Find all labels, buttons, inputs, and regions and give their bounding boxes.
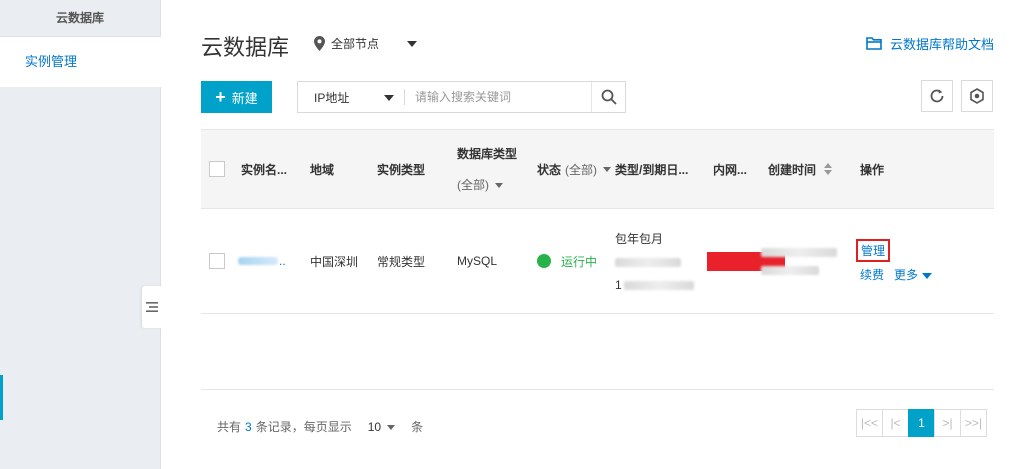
status-cell: 运行中 <box>537 209 597 313</box>
chevron-down-icon <box>384 95 394 101</box>
renew-link[interactable]: 续费 <box>860 266 884 283</box>
chevron-down-icon <box>387 424 396 430</box>
chevron-down-icon <box>922 272 933 279</box>
manage-link[interactable]: 管理 <box>856 239 891 262</box>
page-size-value: 10 <box>367 419 382 434</box>
col-name: 实例名... <box>241 162 288 177</box>
col-created[interactable]: 创建时间 <box>768 130 833 208</box>
search-filter-dropdown[interactable]: IP地址 <box>298 82 404 112</box>
region-selector[interactable]: 全部节点 <box>314 35 418 52</box>
secondary-actions: 续费 更多 <box>856 266 933 283</box>
refresh-icon <box>930 89 944 103</box>
sort-icon <box>824 163 833 175</box>
blurred-instance-name <box>238 257 278 265</box>
region-cell: 中国深圳 <box>310 254 359 269</box>
instance-name-cell[interactable]: .. <box>238 209 286 313</box>
new-button-label: 新建 <box>231 90 258 106</box>
col-intranet: 内网... <box>713 162 748 177</box>
db-type-cell: MySQL <box>457 254 498 268</box>
refresh-button[interactable] <box>921 80 953 112</box>
next-page-icon: >| <box>942 416 953 430</box>
col-actions: 操作 <box>860 162 885 177</box>
blurred-expiry-date <box>615 258 681 267</box>
pagination-suffix: 条记录，每页显示 <box>255 420 352 434</box>
blurred-expiry-time: 1 <box>615 278 694 292</box>
pagination-divider <box>201 389 994 390</box>
col-db-type-label: 数据库类型 <box>457 147 518 161</box>
last-page-button[interactable]: >>| <box>960 409 987 437</box>
billing-type: 包年包月 <box>615 232 664 246</box>
first-page-button[interactable]: |<< <box>856 409 883 437</box>
blurred-expiry-rest <box>623 280 694 290</box>
instance-name-suffix: .. <box>279 254 286 268</box>
sidebar-header: 云数据库 <box>0 0 160 37</box>
col-created-label: 创建时间 <box>768 162 817 177</box>
location-pin-icon <box>314 36 325 51</box>
search-input[interactable] <box>405 82 591 112</box>
last-page-icon: >>| <box>964 416 983 430</box>
status-filter-label: (全部) <box>565 162 598 177</box>
page-size-select[interactable]: 10 <box>367 419 396 434</box>
search-group: IP地址 <box>297 81 626 113</box>
chevron-down-icon <box>407 40 418 47</box>
created-cell <box>761 209 837 313</box>
db-type-filter-label: (全部) <box>457 178 489 192</box>
chevron-down-icon <box>603 166 612 172</box>
menu-icon <box>146 302 158 312</box>
table-row: .. 中国深圳 常规类型 MySQL 运行中 包年包月 1 管理 续费 更多 <box>201 209 994 314</box>
sidebar-collapse-toggle[interactable] <box>142 286 162 328</box>
more-menu[interactable]: 更多 <box>894 266 933 283</box>
next-page-button[interactable]: >| <box>934 409 961 437</box>
col-db-type: 数据库类型 (全部) <box>457 130 517 208</box>
status-running-icon <box>537 254 551 268</box>
status-text: 运行中 <box>561 254 598 269</box>
search-filter-label: IP地址 <box>314 90 350 105</box>
page-title: 云数据库 <box>201 35 290 60</box>
billing-cell: 包年包月 1 <box>615 209 694 313</box>
col-billing: 类型/到期日... <box>615 162 689 177</box>
prev-page-button[interactable]: |< <box>882 409 909 437</box>
col-instance-type: 实例类型 <box>377 162 426 177</box>
col-region: 地域 <box>310 162 335 177</box>
page-size-unit: 条 <box>411 420 424 434</box>
more-label: 更多 <box>894 268 919 282</box>
prev-page-icon: |< <box>890 416 901 430</box>
folder-icon <box>866 37 882 50</box>
instance-table: 实例名... 地域 实例类型 数据库类型 (全部) 状态 (全部) 类型/到期日… <box>201 129 994 314</box>
db-type-filter[interactable]: (全部) <box>457 176 503 193</box>
new-instance-button[interactable]: + 新建 <box>201 81 272 113</box>
sidebar: 云数据库 实例管理 <box>0 0 161 469</box>
pagination-controls: |<< |< 1 >| >>| <box>856 409 987 437</box>
page-number-button[interactable]: 1 <box>908 409 935 437</box>
record-count: 3 <box>245 419 252 434</box>
expiry-prefix: 1 <box>615 278 622 292</box>
pagination-prefix: 共有 <box>217 420 242 434</box>
sidebar-accent-bar <box>0 375 3 420</box>
col-status[interactable]: 状态 (全部) <box>537 130 612 208</box>
row-checkbox-cell <box>209 209 225 313</box>
select-all-checkbox[interactable] <box>209 161 225 177</box>
search-icon <box>601 89 617 105</box>
select-all-cell <box>209 130 225 208</box>
region-label: 全部节点 <box>331 37 380 51</box>
search-button[interactable] <box>591 82 625 112</box>
plus-icon: + <box>215 87 226 107</box>
blurred-created-time <box>761 265 819 275</box>
main-content: 云数据库 全部节点 云数据库帮助文档 + 新建 IP地址 请输入搜索关键词 实例… <box>161 0 1019 469</box>
table-header: 实例名... 地域 实例类型 数据库类型 (全部) 状态 (全部) 类型/到期日… <box>201 129 994 209</box>
blurred-created-date <box>761 247 837 257</box>
help-doc-label: 云数据库帮助文档 <box>889 37 994 52</box>
settings-button[interactable] <box>961 80 993 112</box>
first-page-icon: |<< <box>860 416 879 430</box>
pagination-info: 共有 3 条记录，每页显示 10 条 <box>217 418 423 435</box>
row-checkbox[interactable] <box>209 253 225 269</box>
col-status-label: 状态 <box>537 162 562 177</box>
sidebar-item-instance-management[interactable]: 实例管理 <box>0 37 161 87</box>
chevron-down-icon <box>495 183 503 189</box>
help-doc-link[interactable]: 云数据库帮助文档 <box>866 34 994 53</box>
gear-icon <box>970 88 984 104</box>
instance-type-cell: 常规类型 <box>377 254 426 269</box>
actions-cell: 管理 续费 更多 <box>856 209 933 313</box>
